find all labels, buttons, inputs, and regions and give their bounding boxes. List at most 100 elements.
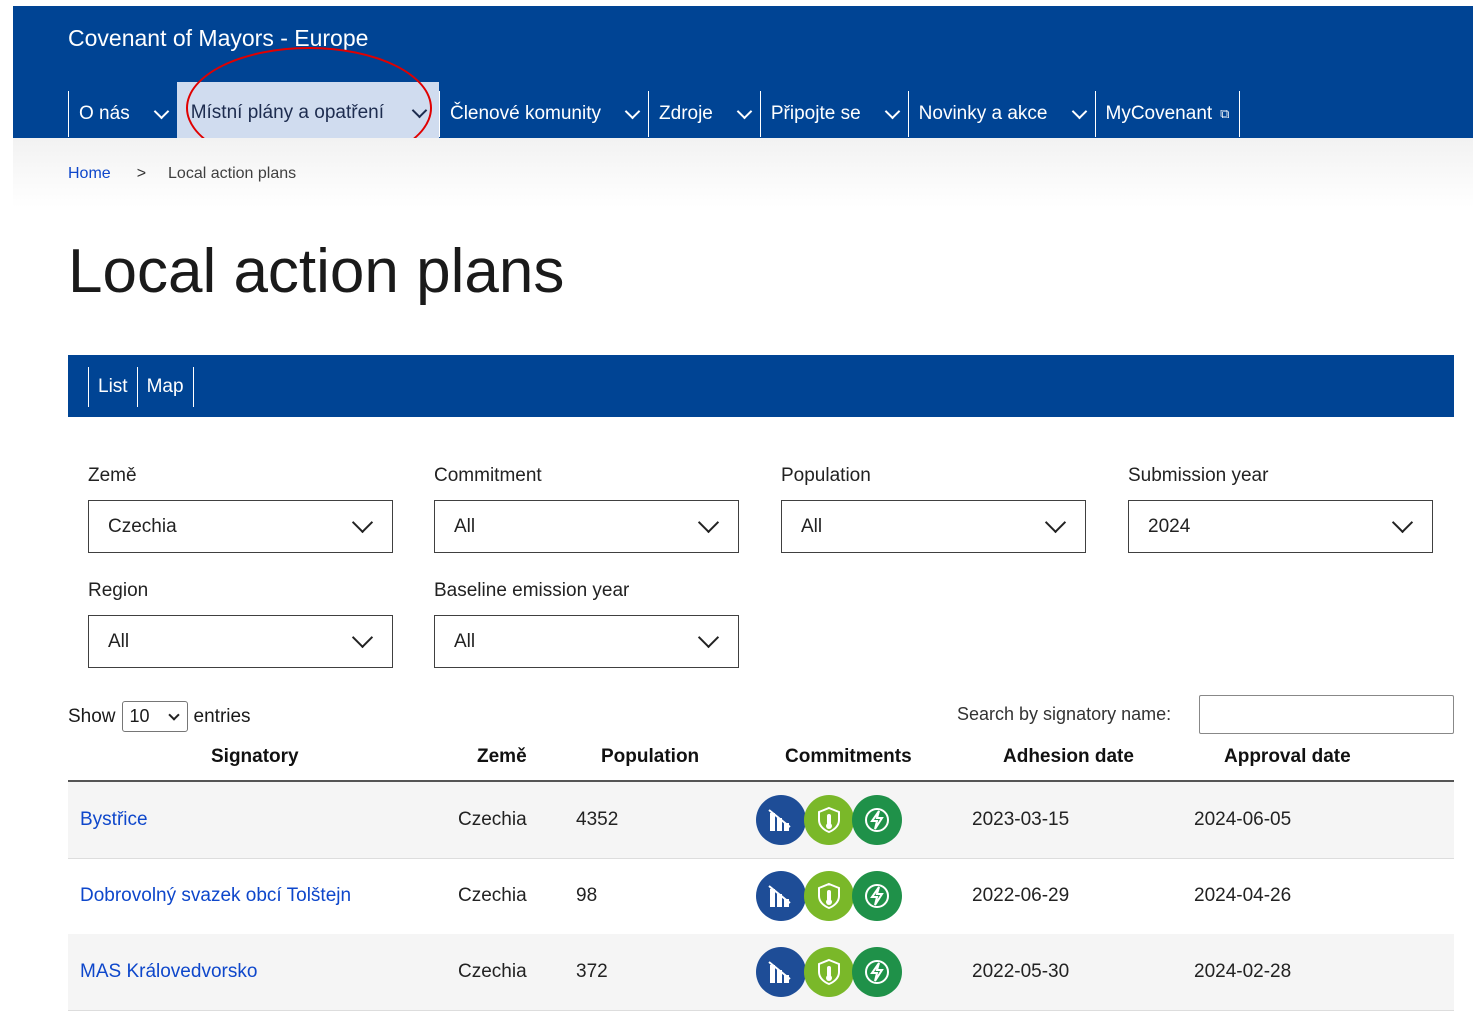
column-header-commitments[interactable]: Commitments (785, 746, 912, 768)
country-select[interactable]: Czechia (88, 500, 393, 553)
commitment-select[interactable]: All (434, 500, 739, 553)
adhesion-date-cell: 2022-06-29 (972, 885, 1070, 906)
external-link-icon: ⧉ (1220, 106, 1230, 121)
region-select[interactable]: All (88, 615, 393, 668)
nav-item-novinky-a-akce[interactable]: Novinky a akce (907, 91, 1095, 137)
column-header-population[interactable]: Population (601, 746, 699, 768)
tab-map[interactable]: Map (136, 367, 194, 407)
table-row: Dobrovolný svazek obcí Tolštejn Czechia … (68, 858, 1454, 935)
nav-label: Členové komunity (449, 103, 602, 124)
chevron-down-icon (411, 102, 428, 118)
mitigation-icon[interactable] (756, 947, 806, 997)
view-switcher-bar: List Map (68, 355, 1454, 417)
view-tabs: List Map (88, 367, 194, 407)
column-header-adhesion-date[interactable]: Adhesion date (1003, 746, 1134, 768)
nav-label: MyCovenant (1105, 103, 1213, 124)
nav-label: O nás (79, 103, 130, 124)
commitments-cell (756, 782, 902, 858)
breadcrumb-current: Local action plans (168, 165, 297, 182)
filter-population: Population All (781, 465, 1086, 553)
table-row: MAS Královedvorsko Czechia 372 2022-05-3… (68, 934, 1454, 1011)
nav-item-mistni-plany[interactable]: Místní plány a opatření (176, 82, 439, 144)
nav-item-mycovenant[interactable]: MyCovenant ⧉ (1094, 91, 1241, 137)
commitments-cell (756, 934, 902, 1010)
chevron-down-icon (167, 709, 180, 721)
filter-label: Region (88, 580, 149, 601)
adaptation-icon[interactable] (804, 947, 854, 997)
select-value: Czechia (108, 515, 177, 537)
entries-suffix-label: entries (193, 705, 251, 727)
approval-date-cell: 2024-04-26 (1194, 885, 1292, 906)
adaptation-icon[interactable] (804, 871, 854, 921)
country-cell: Czechia (458, 885, 527, 906)
signatory-link[interactable]: MAS Královedvorsko (80, 934, 257, 1010)
energy-poverty-icon[interactable] (852, 947, 902, 997)
chevron-down-icon (697, 511, 720, 534)
filter-label: Submission year (1128, 465, 1269, 486)
breadcrumb-home-link[interactable]: Home (68, 165, 111, 183)
mitigation-icon[interactable] (756, 871, 806, 921)
column-header-signatory[interactable]: Signatory (211, 746, 299, 768)
column-header-approval-date[interactable]: Approval date (1224, 746, 1351, 768)
nav-item-zdroje[interactable]: Zdroje (648, 91, 760, 137)
nav-item-o-nas[interactable]: O nás (68, 91, 177, 137)
submission-year-select[interactable]: 2024 (1128, 500, 1433, 553)
filter-label: Population (781, 465, 871, 486)
signatory-link[interactable]: Dobrovolný svazek obcí Tolštejn (80, 858, 351, 934)
country-cell: Czechia (458, 809, 527, 830)
search-label: Search by signatory name: (957, 704, 1172, 724)
filter-country: Země Czechia (88, 465, 393, 553)
chevron-down-icon (1044, 511, 1067, 534)
nav-label: Připojte se (770, 103, 861, 124)
page-title: Local action plans (68, 237, 565, 306)
select-value: All (108, 630, 130, 652)
signatory-link[interactable]: Bystřice (80, 782, 148, 858)
adhesion-date-cell: 2023-03-15 (972, 809, 1070, 830)
nav-label: Novinky a akce (918, 103, 1048, 124)
adhesion-date-cell: 2022-05-30 (972, 961, 1070, 982)
mitigation-icon[interactable] (756, 795, 806, 845)
chevron-down-icon (1391, 511, 1414, 534)
baseline-year-select[interactable]: All (434, 615, 739, 668)
nav-item-clenove-komunity[interactable]: Členové komunity (438, 91, 648, 137)
entries-select[interactable]: 10 (121, 701, 188, 732)
filter-label: Baseline emission year (434, 580, 630, 601)
chevron-down-icon (351, 626, 374, 649)
chevron-down-icon (153, 103, 169, 119)
energy-poverty-icon[interactable] (852, 871, 902, 921)
main-nav: O nás Místní plány a opatření Členové ko… (68, 82, 1241, 144)
filter-baseline-emission-year: Baseline emission year All (434, 580, 739, 668)
nav-label: Zdroje (659, 103, 713, 124)
filter-region: Region All (88, 580, 393, 668)
select-value: 2024 (1148, 515, 1191, 537)
entries-control: Show 10 entries (68, 701, 251, 732)
filter-commitment: Commitment All (434, 465, 739, 553)
breadcrumb: Home > Local action plans (68, 165, 296, 183)
chevron-down-icon (736, 103, 753, 119)
commitments-cell (756, 858, 902, 934)
nav-label: Místní plány a opatření (190, 102, 384, 123)
select-value: All (454, 515, 476, 537)
population-cell: 372 (576, 961, 608, 982)
adaptation-icon[interactable] (804, 795, 854, 845)
population-select[interactable]: All (781, 500, 1086, 553)
filter-label: Commitment (434, 465, 542, 486)
column-header-country[interactable]: Země (477, 746, 527, 768)
select-value: All (801, 515, 823, 537)
tab-list[interactable]: List (88, 367, 137, 407)
energy-poverty-icon[interactable] (852, 795, 902, 845)
chevron-down-icon (1071, 103, 1087, 119)
table-row: Bystřice Czechia 4352 2023-03-15 2024-06… (68, 782, 1454, 859)
chevron-down-icon (624, 103, 641, 119)
population-cell: 98 (576, 885, 598, 906)
chevron-down-icon (697, 626, 720, 649)
search-input[interactable] (1199, 695, 1454, 734)
site-title[interactable]: Covenant of Mayors - Europe (68, 25, 368, 52)
approval-date-cell: 2024-06-05 (1194, 809, 1292, 830)
site-header: Covenant of Mayors - Europe O nás Místní… (13, 6, 1473, 144)
country-cell: Czechia (458, 961, 527, 982)
select-value: 10 (129, 706, 150, 726)
chevron-down-icon (884, 103, 900, 119)
filter-label: Země (88, 465, 137, 486)
nav-item-pripojte-se[interactable]: Připojte se (759, 91, 908, 137)
